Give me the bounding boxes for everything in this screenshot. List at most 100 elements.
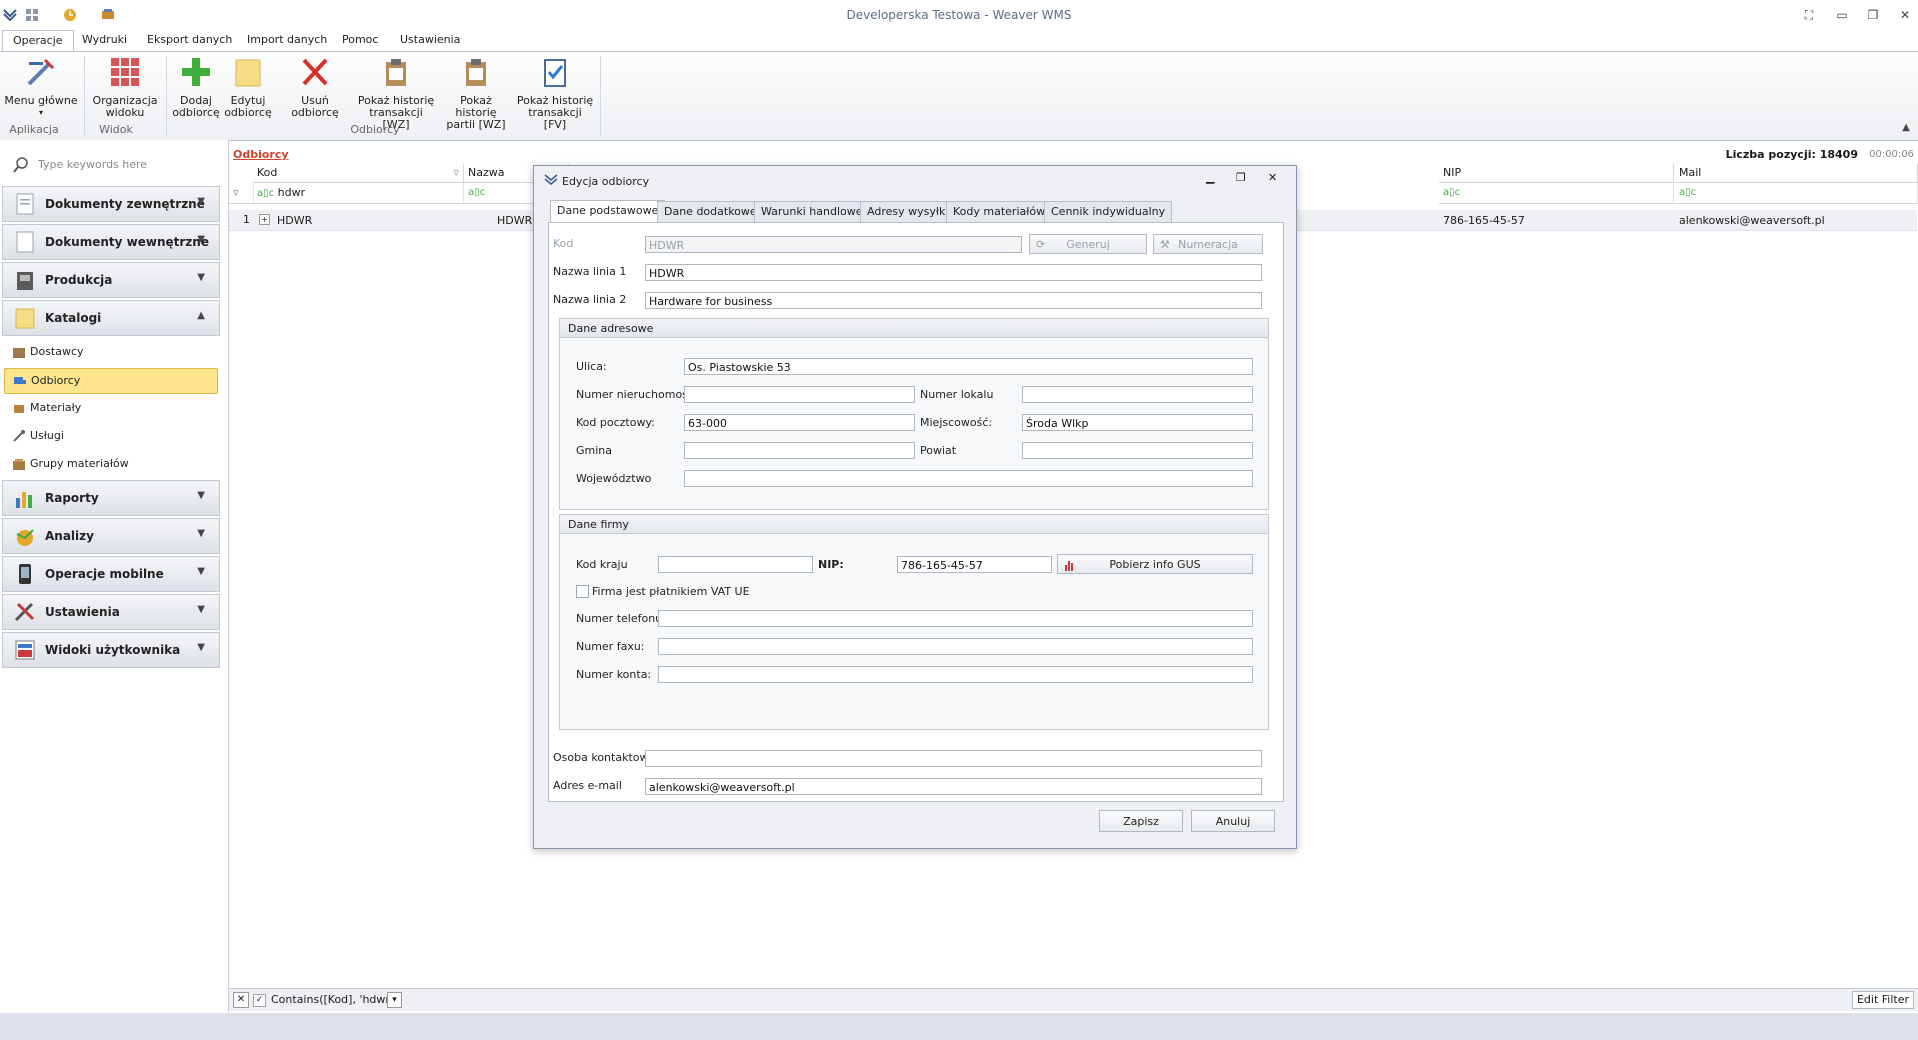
numbering-button[interactable]: ⚒ Numeracja: [1153, 234, 1263, 254]
street-field[interactable]: Os. Piastowskie 53: [684, 358, 1253, 375]
sidebar-item-grupy[interactable]: Grupy materiałów: [4, 452, 216, 476]
filter-icon[interactable]: ▿: [453, 164, 459, 182]
nav-group-catalogs[interactable]: Katalogi ▲: [2, 300, 220, 336]
tab-adresy-wysylki[interactable]: Adresy wysyłki: [860, 201, 956, 223]
column-header-mail[interactable]: Mail: [1675, 164, 1918, 183]
sidebar-item-materialy[interactable]: Materiały: [4, 396, 216, 420]
fullscreen-icon[interactable]: ⛶: [1800, 6, 1818, 24]
vat-ue-checkbox[interactable]: [576, 585, 589, 598]
main-menu-button[interactable]: Menu główne ▾: [4, 56, 78, 119]
restore-icon[interactable]: ❐: [1864, 6, 1882, 24]
tab-warunki-handlowe[interactable]: Warunki handlowe: [754, 201, 870, 223]
close-icon[interactable]: ✕: [1896, 6, 1914, 24]
cancel-button[interactable]: Anuluj: [1191, 810, 1275, 832]
filter-status-bar: ✕ ✓ Contains([Kod], 'hdwr') ▾ Edit Filte…: [229, 988, 1918, 1011]
nav-group-user-views[interactable]: Widoki użytkownika ▼: [2, 632, 220, 668]
dialog-tab-panel: Kod HDWR ⟳ Generuj ⚒ Numeracja Nazwa lin…: [548, 222, 1284, 802]
tab-wydruki[interactable]: Wydruki: [72, 30, 137, 50]
dialog-title-bar[interactable]: Edycja odbiorcy ▁ ❐ ✕: [534, 166, 1296, 192]
breadcrumb[interactable]: Odbiorcy: [233, 148, 289, 161]
nip-field[interactable]: 786-165-45-57: [897, 556, 1052, 573]
history-wz-button[interactable]: Pokaż historię transakcji [WZ]: [356, 56, 436, 131]
nav-group-external-docs[interactable]: Dokumenty zewnętrzne ▼: [2, 186, 220, 222]
generate-button[interactable]: ⟳ Generuj: [1029, 234, 1147, 254]
sidebar: Type keywords here Dokumenty zewnętrzne …: [0, 140, 229, 1012]
nav-group-label: Dokumenty wewnętrzne: [45, 235, 209, 249]
phone-field[interactable]: [658, 610, 1253, 627]
filter-expression[interactable]: Contains([Kod], 'hdwr'): [271, 993, 397, 1006]
minimize-icon[interactable]: ▭: [1833, 6, 1851, 24]
building-number-field[interactable]: [684, 386, 915, 403]
group-label-aplikacja: Aplikacja: [9, 123, 59, 136]
expand-row-icon[interactable]: +: [259, 214, 270, 225]
filter-dropdown-icon[interactable]: ▾: [387, 992, 402, 1008]
phone-label: Numer telefonu:: [576, 612, 666, 625]
zip-field[interactable]: 63-000: [684, 414, 915, 431]
local-number-field[interactable]: [1022, 386, 1253, 403]
sidebar-item-dostawcy[interactable]: Dostawcy: [4, 340, 216, 364]
chevron-down-icon: ▼: [197, 642, 205, 653]
column-header-nip[interactable]: NIP: [1439, 164, 1674, 183]
name2-field[interactable]: Hardware for business: [645, 292, 1262, 309]
catalog-folder-icon: [15, 308, 35, 329]
nav-group-settings[interactable]: Ustawienia ▼: [2, 594, 220, 630]
bottom-status-strip: [0, 1013, 1918, 1040]
filter-enabled-checkbox[interactable]: ✓: [253, 994, 266, 1007]
history-fv-button[interactable]: Pokaż historię transakcji [FV]: [516, 56, 594, 131]
contact-person-field[interactable]: [645, 750, 1262, 767]
tab-operacje[interactable]: Operacje: [2, 30, 74, 51]
history-partii-button[interactable]: Pokaż historię partii [WZ]: [438, 56, 514, 131]
clear-filter-icon[interactable]: ✕: [233, 992, 249, 1008]
powiat-field[interactable]: [1022, 442, 1253, 459]
nav-group-mobile[interactable]: Operacje mobilne ▼: [2, 556, 220, 592]
edit-recipient-button[interactable]: Edytuj odbiorcę: [222, 56, 274, 119]
add-recipient-button[interactable]: Dodaj odbiorcę: [170, 56, 222, 119]
chevron-down-icon: ▼: [197, 272, 205, 283]
filter-cell-mail[interactable]: a▯c: [1675, 183, 1918, 204]
delete-recipient-button[interactable]: Usuń odbiorcę: [276, 56, 354, 119]
tab-kody-materialow[interactable]: Kody materiałów: [946, 201, 1053, 223]
nav-group-analyses[interactable]: Analizy ▼: [2, 518, 220, 554]
filter-cell-kod[interactable]: a▯c hdwr: [253, 183, 464, 204]
voivodeship-field[interactable]: [684, 470, 1253, 487]
dialog-close-icon[interactable]: ✕: [1268, 171, 1277, 184]
email-field[interactable]: alenkowski@weaversoft.pl: [645, 778, 1262, 795]
tab-dane-dodatkowe[interactable]: Dane dodatkowe: [657, 201, 764, 223]
fetch-gus-button[interactable]: Pobierz info GUS: [1057, 554, 1253, 574]
collapse-ribbon-icon[interactable]: ▲: [1902, 122, 1910, 133]
grid-layout-icon: [111, 58, 139, 86]
building-number-label: Numer nieruchomości: [576, 388, 698, 401]
nav-group-production[interactable]: Produkcja ▼: [2, 262, 220, 298]
account-field[interactable]: [658, 666, 1253, 683]
country-code-field[interactable]: [658, 556, 813, 573]
name1-field[interactable]: HDWR: [645, 264, 1262, 281]
gmina-field[interactable]: [684, 442, 915, 459]
nav-group-reports[interactable]: Raporty ▼: [2, 480, 220, 516]
sidebar-search[interactable]: Type keywords here: [6, 154, 220, 176]
tab-import[interactable]: Import danych: [237, 30, 337, 50]
dialog-minimize-icon[interactable]: ▁: [1206, 171, 1214, 184]
dialog-title: Edycja odbiorcy: [562, 175, 650, 188]
view-organization-button[interactable]: Organizacja widoku: [88, 56, 162, 119]
record-count: Liczba pozycji: 18409: [1725, 148, 1858, 161]
tab-dane-podstawowe[interactable]: Dane podstawowe: [550, 200, 666, 224]
sidebar-item-odbiorcy[interactable]: Odbiorcy: [4, 368, 218, 394]
tab-cennik-indywidualny[interactable]: Cennik indywidualny: [1044, 201, 1173, 223]
filter-cell-nip[interactable]: a▯c: [1439, 183, 1674, 204]
sidebar-item-uslugi[interactable]: Usługi: [4, 424, 216, 448]
country-code-label: Kod kraju: [576, 558, 628, 571]
delete-x-icon: [302, 58, 328, 86]
column-header-kod[interactable]: Kod ▿: [253, 164, 464, 183]
wrench-icon: [13, 430, 25, 442]
dialog-restore-icon[interactable]: ❐: [1236, 171, 1246, 184]
nav-group-internal-docs[interactable]: Dokumenty wewnętrzne ▼: [2, 224, 220, 260]
city-field[interactable]: Środa Wlkp: [1022, 414, 1253, 431]
kod-field[interactable]: HDWR: [645, 236, 1022, 253]
search-icon: [13, 157, 28, 173]
fax-field[interactable]: [658, 638, 1253, 655]
tab-eksport[interactable]: Eksport danych: [137, 30, 242, 50]
tab-ustawienia[interactable]: Ustawienia: [390, 30, 470, 50]
edit-filter-button[interactable]: Edit Filter: [1851, 991, 1914, 1009]
tab-pomoc[interactable]: Pomoc: [332, 30, 388, 50]
save-button[interactable]: Zapisz: [1099, 810, 1183, 832]
